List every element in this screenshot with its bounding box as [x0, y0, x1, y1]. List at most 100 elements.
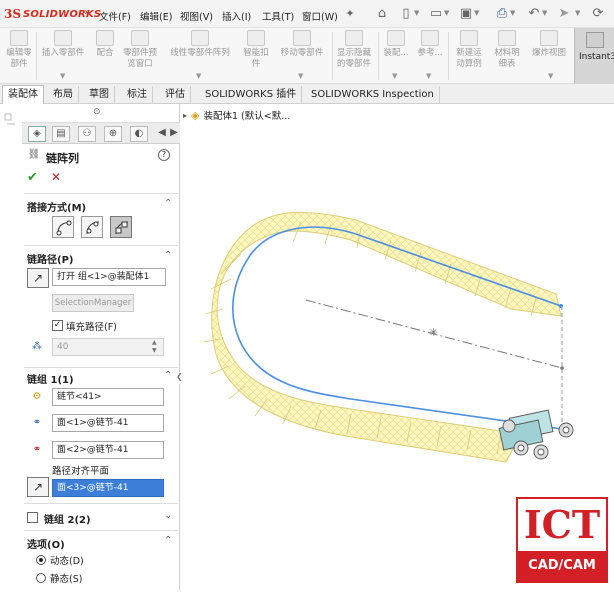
tab-sketch[interactable]: 草图	[84, 86, 115, 103]
assembly-icon: ◈	[191, 108, 200, 122]
connection-mode-connected-button[interactable]	[81, 216, 103, 238]
bill-of-materials-button[interactable]: 材料明 细表	[490, 30, 524, 70]
assembly-features-caret-icon[interactable]: ▼	[392, 72, 397, 80]
chain-link-field[interactable]: 链节<41>	[52, 388, 164, 406]
insert-component-caret-icon[interactable]: ▼	[60, 72, 65, 80]
save-icon[interactable]: ▣	[458, 6, 474, 22]
new-motion-study-button[interactable]: 新建运 动算例	[452, 30, 486, 70]
mate-icon	[96, 30, 114, 46]
path-link1-field[interactable]: 面<1>@链节-41	[52, 414, 164, 432]
tab-assembly[interactable]: 装配体	[2, 85, 44, 104]
connection-mode-distance-button[interactable]	[52, 216, 74, 238]
tab-evaluate[interactable]: 评估	[160, 86, 191, 103]
menu-window[interactable]: 窗口(W)	[302, 9, 338, 23]
undo-icon[interactable]: ↶	[526, 6, 542, 22]
section-collapse-chevron-icon[interactable]: ⌄	[164, 510, 172, 521]
ict-cadcam-logo: ICT CAD/CAM	[516, 497, 608, 583]
component-preview-button[interactable]: 零部件预 览窗口	[120, 30, 160, 70]
menu-file[interactable]: 文件(F)	[99, 9, 131, 23]
panel-splitter-arrow-icon[interactable]: ❮	[176, 372, 186, 384]
section-collapse-chevron-icon[interactable]: ⌃	[164, 198, 172, 209]
section-chain-path-title[interactable]: 链路径(P)	[27, 251, 73, 266]
tab-solidworks-inspection[interactable]: SOLIDWORKS Inspection	[306, 86, 440, 103]
fill-path-checkbox[interactable]: ✓	[52, 320, 63, 331]
exploded-view-button[interactable]: 爆炸视图	[528, 30, 570, 59]
menu-view[interactable]: 视图(V)	[180, 9, 213, 23]
save-caret-icon[interactable]: ▼	[474, 9, 479, 17]
edit-component-button[interactable]: 编辑零 部件	[4, 30, 34, 70]
reference-geometry-button[interactable]: 参考...	[414, 30, 446, 59]
show-hidden-components-button[interactable]: 显示隐藏 的零部件	[334, 30, 374, 70]
path-align-plane-field[interactable]: 面<3>@链节-41	[52, 479, 164, 497]
assembly-features-button[interactable]: 装配...	[380, 30, 412, 59]
section-chain-group1-title[interactable]: 链组 1(1)	[27, 371, 74, 386]
section-divider	[24, 245, 178, 246]
section-options-title[interactable]: 选项(O)	[27, 536, 65, 551]
move-component-button[interactable]: 移动零部件	[274, 30, 330, 59]
display-manager-tab-icon[interactable]: ◐	[130, 126, 148, 142]
chain-group2-checkbox[interactable]	[27, 512, 38, 523]
dimxpert-tab-icon[interactable]: ⊕	[104, 126, 122, 142]
link-count-spinner[interactable]: 40	[52, 338, 164, 356]
configuration-manager-tab-icon[interactable]: ⚇	[78, 126, 96, 142]
menu-tools[interactable]: 工具(T)	[262, 9, 294, 23]
linear-pattern-caret-icon[interactable]: ▼	[196, 72, 201, 80]
home-icon[interactable]: ⌂	[374, 6, 390, 22]
section-collapse-chevron-icon[interactable]: ⌃	[164, 370, 172, 381]
dynamic-radio[interactable]	[36, 555, 46, 565]
feature-manager-tab-icon[interactable]: ◈	[28, 126, 46, 142]
section-connection-method-title[interactable]: 搭接方式(M)	[27, 199, 86, 214]
section-divider	[24, 503, 178, 504]
mate-button[interactable]: 配合	[92, 30, 118, 59]
new-document-caret-icon[interactable]: ▼	[414, 9, 419, 17]
rebuild-icon[interactable]: ⟳	[590, 6, 606, 22]
path-selection-arrow-button[interactable]: ↗	[27, 268, 49, 288]
path-link2-field[interactable]: 面<2>@链节-41	[52, 441, 164, 459]
property-manager-tab-icon[interactable]: ▤	[52, 126, 70, 142]
open-folder-icon[interactable]: ▭	[428, 6, 444, 22]
tree-expand-arrow-icon[interactable]: ▸	[183, 111, 187, 120]
tab-layout[interactable]: 布局	[48, 86, 79, 103]
selection-manager-button[interactable]: SelectionManager	[52, 294, 134, 312]
instance-count-icon: ⁂	[32, 341, 42, 352]
ok-check-icon[interactable]: ✔	[27, 170, 38, 185]
menu-expand-arrow-icon[interactable]: ›	[84, 7, 88, 18]
panel-collapse-handle-icon[interactable]: ⊙	[93, 107, 101, 117]
feature-tree-filter-icon[interactable]	[0, 104, 22, 134]
flyout-feature-tree[interactable]: ▸ ◈ 装配体1 (默认<默...	[183, 108, 290, 123]
spinner-arrows-icon[interactable]: ▲ ▼	[152, 339, 157, 355]
select-arrow-icon[interactable]: ➤	[556, 6, 572, 22]
plane-selection-arrow-button[interactable]: ↗	[27, 477, 49, 497]
section-collapse-chevron-icon[interactable]: ⌃	[164, 250, 172, 261]
cancel-x-icon[interactable]: ✕	[51, 170, 61, 184]
select-caret-icon[interactable]: ▼	[575, 9, 580, 17]
static-radio[interactable]	[36, 573, 46, 583]
connection-mode-jointed-button[interactable]	[110, 216, 132, 238]
smart-fasteners-button[interactable]: 智能扣 件	[240, 30, 272, 70]
instant3d-button[interactable]: Instant3	[574, 28, 614, 84]
menu-edit[interactable]: 编辑(E)	[140, 9, 172, 23]
section-chain-group2-title[interactable]: 链组 2(2)	[44, 511, 91, 526]
link-connected-icon	[86, 221, 100, 235]
help-icon[interactable]: ?	[158, 149, 170, 161]
print-icon[interactable]: ⎙	[494, 6, 510, 22]
move-component-caret-icon[interactable]: ▼	[298, 72, 303, 80]
linear-pattern-button[interactable]: 线性零部件阵列	[164, 30, 236, 59]
menu-insert[interactable]: 插入(I)	[222, 9, 251, 23]
tab-scroll-left-icon[interactable]: ◀	[156, 126, 168, 142]
chain-path-field[interactable]: 打开 组<1>@装配体1	[52, 268, 166, 286]
print-caret-icon[interactable]: ▼	[510, 9, 515, 17]
tab-solidworks-addins[interactable]: SOLIDWORKS 插件	[200, 86, 303, 103]
new-document-icon[interactable]: ▯	[398, 6, 414, 22]
insert-component-button[interactable]: 插入零部件	[38, 30, 88, 59]
tab-markup[interactable]: 标注	[122, 86, 153, 103]
tree-root-label[interactable]: 装配体1 (默认<默...	[203, 108, 290, 122]
exploded-view-caret-icon[interactable]: ▼	[548, 72, 553, 80]
undo-caret-icon[interactable]: ▼	[542, 9, 547, 17]
pin-icon[interactable]: ✦	[342, 6, 358, 22]
section-collapse-chevron-icon[interactable]: ⌃	[164, 535, 172, 546]
solidworks-wordmark: SOLIDWORKS	[23, 8, 102, 20]
reference-geometry-caret-icon[interactable]: ▼	[426, 72, 431, 80]
tab-scroll-right-icon[interactable]: ▶	[168, 126, 180, 142]
open-caret-icon[interactable]: ▼	[444, 9, 449, 17]
